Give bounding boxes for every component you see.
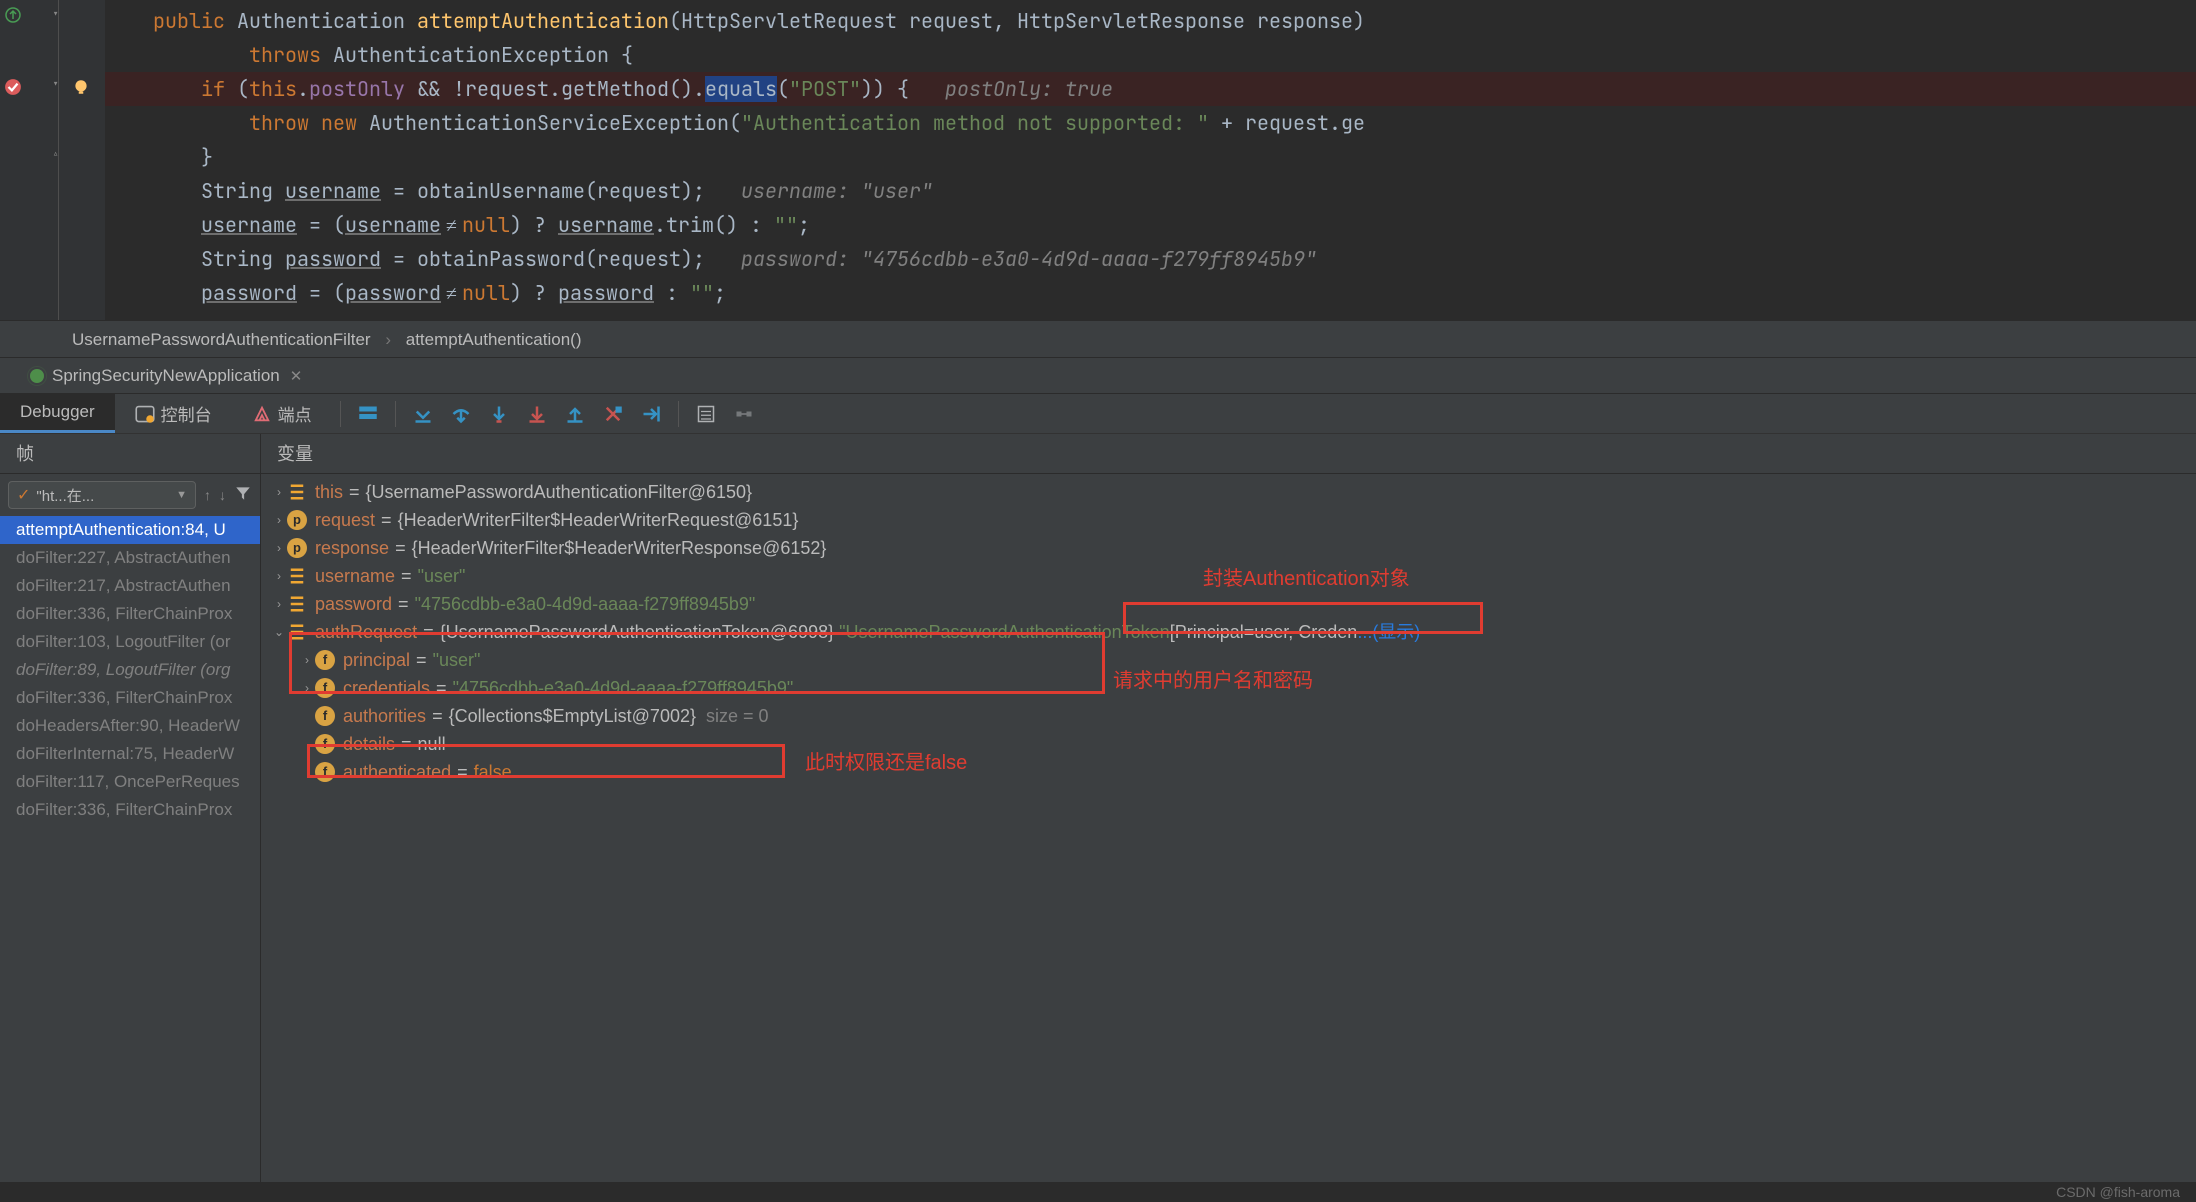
expand-icon[interactable]: › xyxy=(299,646,315,674)
stack-frame[interactable]: doFilter:89, LogoutFilter (org xyxy=(0,656,260,684)
collapse-icon[interactable]: ⌄ xyxy=(271,618,287,646)
lightbulb-icon[interactable] xyxy=(72,78,90,96)
close-icon[interactable]: ✕ xyxy=(290,367,303,385)
watermark: CSDN @fish-aroma xyxy=(2056,1184,2180,1200)
expand-icon[interactable]: › xyxy=(271,478,287,506)
object-icon xyxy=(287,482,307,502)
breakpoint-icon[interactable] xyxy=(4,78,22,96)
parameter-icon: p xyxy=(287,538,307,558)
run-config-tabs: SpringSecurityNewApplication ✕ xyxy=(0,358,2196,394)
var-row-response[interactable]: › p response={HeaderWriterFilter$HeaderW… xyxy=(261,534,2196,562)
frames-toolbar: ✓ "ht...在... ▼ ↑ ↓ xyxy=(0,474,260,516)
evaluate-expression-icon[interactable] xyxy=(689,397,723,431)
run-to-cursor-icon[interactable] xyxy=(634,397,668,431)
var-row-authorities[interactable]: › f authorities={Collections$EmptyList@7… xyxy=(261,702,2196,730)
stack-frame[interactable]: doFilterInternal:75, HeaderW xyxy=(0,740,260,768)
field-icon: f xyxy=(315,706,335,726)
parameter-icon: p xyxy=(287,510,307,530)
frames-header: 帧 xyxy=(0,434,260,474)
variables-list[interactable]: › this={UsernamePasswordAuthenticationFi… xyxy=(261,474,2196,786)
tab-threads[interactable]: 端点 xyxy=(232,394,332,433)
force-step-into-icon[interactable] xyxy=(520,397,554,431)
stack-frame[interactable]: doFilter:336, FilterChainProx xyxy=(0,600,260,628)
annotation-text: 请求中的用户名和密码 xyxy=(1113,664,1313,693)
show-full-value-link[interactable]: ...(显示) xyxy=(1357,618,1420,646)
variables-pane: 变量 › this={UsernamePasswordAuthenticatio… xyxy=(260,434,2196,1182)
field-icon: f xyxy=(315,678,335,698)
debugger-toolbar: Debugger 控制台 端点 xyxy=(0,394,2196,434)
var-row-request[interactable]: › p request={HeaderWriterFilter$HeaderWr… xyxy=(261,506,2196,534)
annotation-text: 封装Authentication对象 xyxy=(1203,562,1410,591)
object-icon xyxy=(287,566,307,586)
step-into-icon[interactable] xyxy=(482,397,516,431)
drop-frame-icon[interactable] xyxy=(596,397,630,431)
stack-frame[interactable]: doFilter:103, LogoutFilter (or xyxy=(0,628,260,656)
field-icon: f xyxy=(315,762,335,782)
code-editor: ▾ ▾ ▵ public Authentication attemptAuthe… xyxy=(0,0,2196,320)
chevron-right-icon: › xyxy=(385,330,391,349)
editor-gutter: ▾ ▾ ▵ xyxy=(0,0,105,320)
run-status-icon xyxy=(30,369,44,383)
fold-toggle-icon[interactable]: ▾ xyxy=(52,6,59,22)
chevron-down-icon: ▼ xyxy=(176,489,187,501)
frames-pane: 帧 ✓ "ht...在... ▼ ↑ ↓ attemptAuthenticati… xyxy=(0,434,260,1182)
breadcrumb-method[interactable]: attemptAuthentication() xyxy=(406,330,582,349)
run-config-tab[interactable]: SpringSecurityNewApplication xyxy=(52,366,280,386)
step-over-icon[interactable] xyxy=(444,397,478,431)
expand-icon[interactable]: › xyxy=(271,590,287,618)
expand-icon[interactable]: › xyxy=(299,674,315,702)
object-icon xyxy=(287,594,307,614)
stack-frame[interactable]: attemptAuthentication:84, U xyxy=(0,516,260,544)
var-row-details[interactable]: › f details=null xyxy=(261,730,2196,758)
field-icon: f xyxy=(315,650,335,670)
trace-current-stream-icon[interactable] xyxy=(727,397,761,431)
frames-list[interactable]: attemptAuthentication:84, U doFilter:227… xyxy=(0,516,260,824)
stack-frame[interactable]: doFilter:336, FilterChainProx xyxy=(0,796,260,824)
var-row-password[interactable]: › password="4756cdbb-e3a0-4d9d-aaaa-f279… xyxy=(261,590,2196,618)
expand-icon[interactable]: › xyxy=(271,562,287,590)
tab-debugger[interactable]: Debugger xyxy=(0,394,115,433)
expand-icon[interactable]: › xyxy=(271,506,287,534)
var-row-authrequest[interactable]: ⌄ authRequest={UsernamePasswordAuthentic… xyxy=(261,618,2196,646)
breadcrumb-class[interactable]: UsernamePasswordAuthenticationFilter xyxy=(72,330,371,349)
expand-icon[interactable]: › xyxy=(271,534,287,562)
fold-end-icon: ▵ xyxy=(52,146,59,162)
show-execution-point-icon[interactable] xyxy=(406,397,440,431)
breadcrumb: UsernamePasswordAuthenticationFilter › a… xyxy=(0,320,2196,358)
stack-frame[interactable]: doFilter:227, AbstractAuthen xyxy=(0,544,260,572)
layout-icon[interactable] xyxy=(351,397,385,431)
annotation-text: 此时权限还是false xyxy=(805,746,967,775)
object-icon xyxy=(287,622,307,642)
variables-header: 变量 xyxy=(261,434,2196,474)
override-icon[interactable] xyxy=(4,7,22,25)
stack-frame[interactable]: doHeadersAfter:90, HeaderW xyxy=(0,712,260,740)
var-row-this[interactable]: › this={UsernamePasswordAuthenticationFi… xyxy=(261,478,2196,506)
var-row-authenticated[interactable]: › f authenticated=false xyxy=(261,758,2196,786)
code-area[interactable]: public Authentication attemptAuthenticat… xyxy=(105,0,2196,320)
field-icon: f xyxy=(315,734,335,754)
prev-frame-icon[interactable]: ↑ xyxy=(204,487,211,503)
debugger-body: 帧 ✓ "ht...在... ▼ ↑ ↓ attemptAuthenticati… xyxy=(0,434,2196,1182)
tab-console[interactable]: 控制台 xyxy=(115,394,232,433)
step-out-icon[interactable] xyxy=(558,397,592,431)
fold-toggle-icon[interactable]: ▾ xyxy=(52,76,59,92)
filter-icon[interactable] xyxy=(234,484,252,507)
next-frame-icon[interactable]: ↓ xyxy=(219,487,226,503)
stack-frame[interactable]: doFilter:336, FilterChainProx xyxy=(0,684,260,712)
thread-selector[interactable]: ✓ "ht...在... ▼ xyxy=(8,481,196,509)
stack-frame[interactable]: doFilter:217, AbstractAuthen xyxy=(0,572,260,600)
stack-frame[interactable]: doFilter:117, OncePerReques xyxy=(0,768,260,796)
check-icon: ✓ xyxy=(17,485,30,505)
